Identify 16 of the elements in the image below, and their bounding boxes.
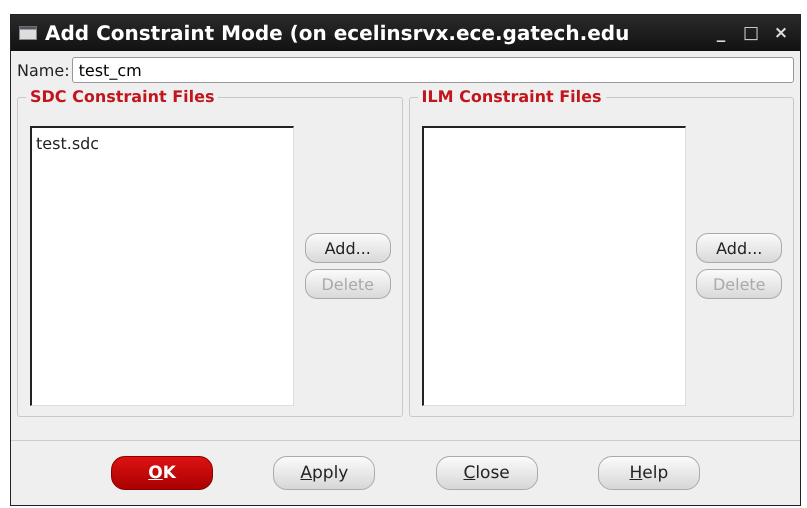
window-control[interactable]: _ (710, 23, 732, 43)
add-button[interactable]: Add... (304, 233, 391, 263)
window-control[interactable]: □ (740, 23, 762, 43)
dialog-button[interactable]: Apply (273, 456, 376, 490)
name-field[interactable]: test_cm (72, 57, 794, 83)
dialog-button[interactable]: Close (436, 456, 538, 490)
window-title: Add Constraint Mode (on ecelinsrvx.ece.gatech.edu (45, 21, 630, 45)
file-item[interactable]: test.sdc (36, 134, 289, 153)
file-list[interactable]: test.sdc (30, 126, 294, 406)
file-list[interactable] (422, 126, 686, 406)
window-icon (19, 26, 37, 40)
window-control[interactable]: × (770, 23, 792, 43)
name-label: Name: (17, 60, 70, 80)
dialog-button[interactable]: OK (111, 456, 214, 490)
add-button[interactable]: Add... (696, 233, 782, 263)
dialog-button[interactable]: Help (598, 456, 700, 490)
